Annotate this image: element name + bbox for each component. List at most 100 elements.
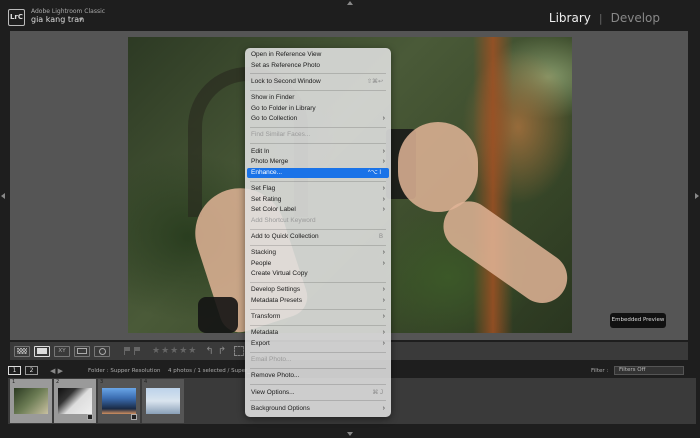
filmstrip-source[interactable]: Folder : Supper Resolution [88,368,160,374]
survey-view-button[interactable] [74,345,90,357]
grid-view-button[interactable] [14,345,30,357]
crop-icon[interactable] [234,346,245,356]
chevron-right-icon: › [382,249,385,257]
menu-item-label: Metadata [251,329,279,337]
menu-item-label: Set as Reference Photo [251,61,321,69]
menu-item-add-to-quick-collection[interactable]: Add to Quick Collection B [245,232,391,243]
chevron-right-icon: › [382,195,385,203]
people-view-button[interactable] [94,345,110,357]
menu-item-develop-settings[interactable]: Develop Settings › [245,285,391,296]
identity-plate-user[interactable]: gia kang tran [31,15,84,24]
filmstrip-thumb[interactable]: 1 [10,379,52,423]
rotate-right-icon[interactable]: ↱ [218,346,226,357]
menu-item-label: View Options... [251,388,295,396]
flag-pick-icon[interactable] [124,347,130,355]
menu-item-go-to-collection[interactable]: Go to Collection › [245,114,391,125]
thumb-number: 4 [144,379,148,385]
menu-item-add-shortcut-keyword: Add Shortcut Keyword [245,216,391,227]
photo-pillar [473,37,513,333]
menu-item-shortcut: ⌘ J [372,389,383,396]
rotate-left-icon[interactable]: ↰ [205,346,213,357]
menu-item-photo-merge[interactable]: Photo Merge › [245,157,391,168]
compare-label: XY [58,348,66,354]
menu-item-set-flag[interactable]: Set Flag › [245,184,391,195]
menu-separator [250,89,386,91]
menu-item-stacking[interactable]: Stacking › [245,248,391,259]
bottom-panel-toggle-icon[interactable] [347,432,353,436]
filter-select[interactable]: Filters Off [614,366,684,375]
menu-separator [250,400,386,402]
menu-item-label: Remove Photo... [251,372,300,380]
menu-item-metadata[interactable]: Metadata › [245,328,391,339]
menu-item-edit-in[interactable]: Edit In › [245,147,391,158]
chevron-right-icon: › [382,286,385,294]
rating-stars[interactable]: ★★★★★ [152,346,197,356]
lrc-logo: LrC [8,9,25,26]
module-develop[interactable]: Develop [611,11,660,25]
menu-item-export[interactable]: Export › [245,339,391,350]
menu-item-label: Go to Folder in Library [251,104,316,112]
menu-item-show-in-finder[interactable]: Show in Finder [245,93,391,104]
menu-item-background-options[interactable]: Background Options › [245,404,391,415]
filmstrip-thumb[interactable]: 3 [98,379,140,423]
menu-item-metadata-presets[interactable]: Metadata Presets › [245,296,391,307]
chevron-down-icon[interactable] [79,18,83,21]
second-monitor-button[interactable]: 2 [25,366,38,375]
chevron-right-icon: › [382,206,385,214]
menu-item-label: Find Similar Faces... [251,131,311,139]
menu-item-label: Set Flag [251,184,276,192]
menu-item-set-color-label[interactable]: Set Color Label › [245,205,391,216]
loupe-view-button[interactable] [34,345,50,357]
menu-item-remove-photo[interactable]: Remove Photo... [245,371,391,382]
menu-item-label: Metadata Presets [251,297,302,305]
thumb-image [102,388,136,414]
thumb-number: 3 [100,379,104,385]
survey-icon [77,348,87,354]
main-monitor-button[interactable]: 1 [8,366,21,375]
menu-item-label: Enhance... [251,168,283,176]
menu-item-label: People [251,259,272,267]
thumb-number: 1 [12,379,16,385]
chevron-right-icon: › [382,115,385,123]
compare-view-button[interactable]: XY [54,345,70,357]
embedded-preview-badge[interactable]: Embedded Preview [610,313,666,328]
menu-item-lock-to-second-window[interactable]: Lock to Second Window ⇧⌘↩ [245,77,391,88]
filmstrip-thumb[interactable]: 2 [54,379,96,423]
flag-reject-icon[interactable] [134,347,140,355]
menu-separator [250,368,386,370]
menu-item-view-options[interactable]: View Options... ⌘ J [245,388,391,399]
thumb-image [146,388,180,414]
menu-item-label: Set Color Label [251,206,296,214]
module-library[interactable]: Library [549,11,591,25]
chevron-right-icon: › [382,297,385,305]
menu-separator [250,282,386,284]
module-separator: | [598,11,603,25]
menu-item-shortcut: ^⌥ I [367,169,381,176]
flag-controls [124,347,140,355]
menu-item-transform[interactable]: Transform › [245,312,391,323]
menu-item-people[interactable]: People › [245,259,391,270]
menu-item-create-virtual-copy[interactable]: Create Virtual Copy [245,269,391,280]
filmstrip-thumb[interactable]: 4 [142,379,184,423]
menu-item-open-in-reference-view[interactable]: Open in Reference View [245,50,391,61]
right-panel-toggle-icon[interactable] [695,193,699,199]
top-panel-toggle-icon[interactable] [347,1,353,5]
back-forward-icon[interactable]: ◀ ▶ [50,367,63,375]
left-panel-toggle-icon[interactable] [1,193,5,199]
menu-item-set-rating[interactable]: Set Rating › [245,195,391,206]
menu-item-enhance[interactable]: Enhance... ^⌥ I [247,167,389,179]
menu-separator [250,325,386,327]
menu-separator [250,244,386,246]
menu-item-shortcut: ⇧⌘↩ [366,78,383,85]
loupe-icon [37,348,47,354]
menu-item-go-to-folder-in-library[interactable]: Go to Folder in Library [245,104,391,115]
menu-item-label: Open in Reference View [251,51,322,58]
menu-item-set-as-reference-photo[interactable]: Set as Reference Photo [245,61,391,72]
chevron-right-icon: › [382,259,385,267]
menu-item-label: Add to Quick Collection [251,232,319,240]
menu-item-label: Stacking [251,249,276,257]
edited-badge-icon [87,414,93,420]
grid-icon [17,348,27,354]
chevron-right-icon: › [382,158,385,166]
menu-separator [250,143,386,145]
